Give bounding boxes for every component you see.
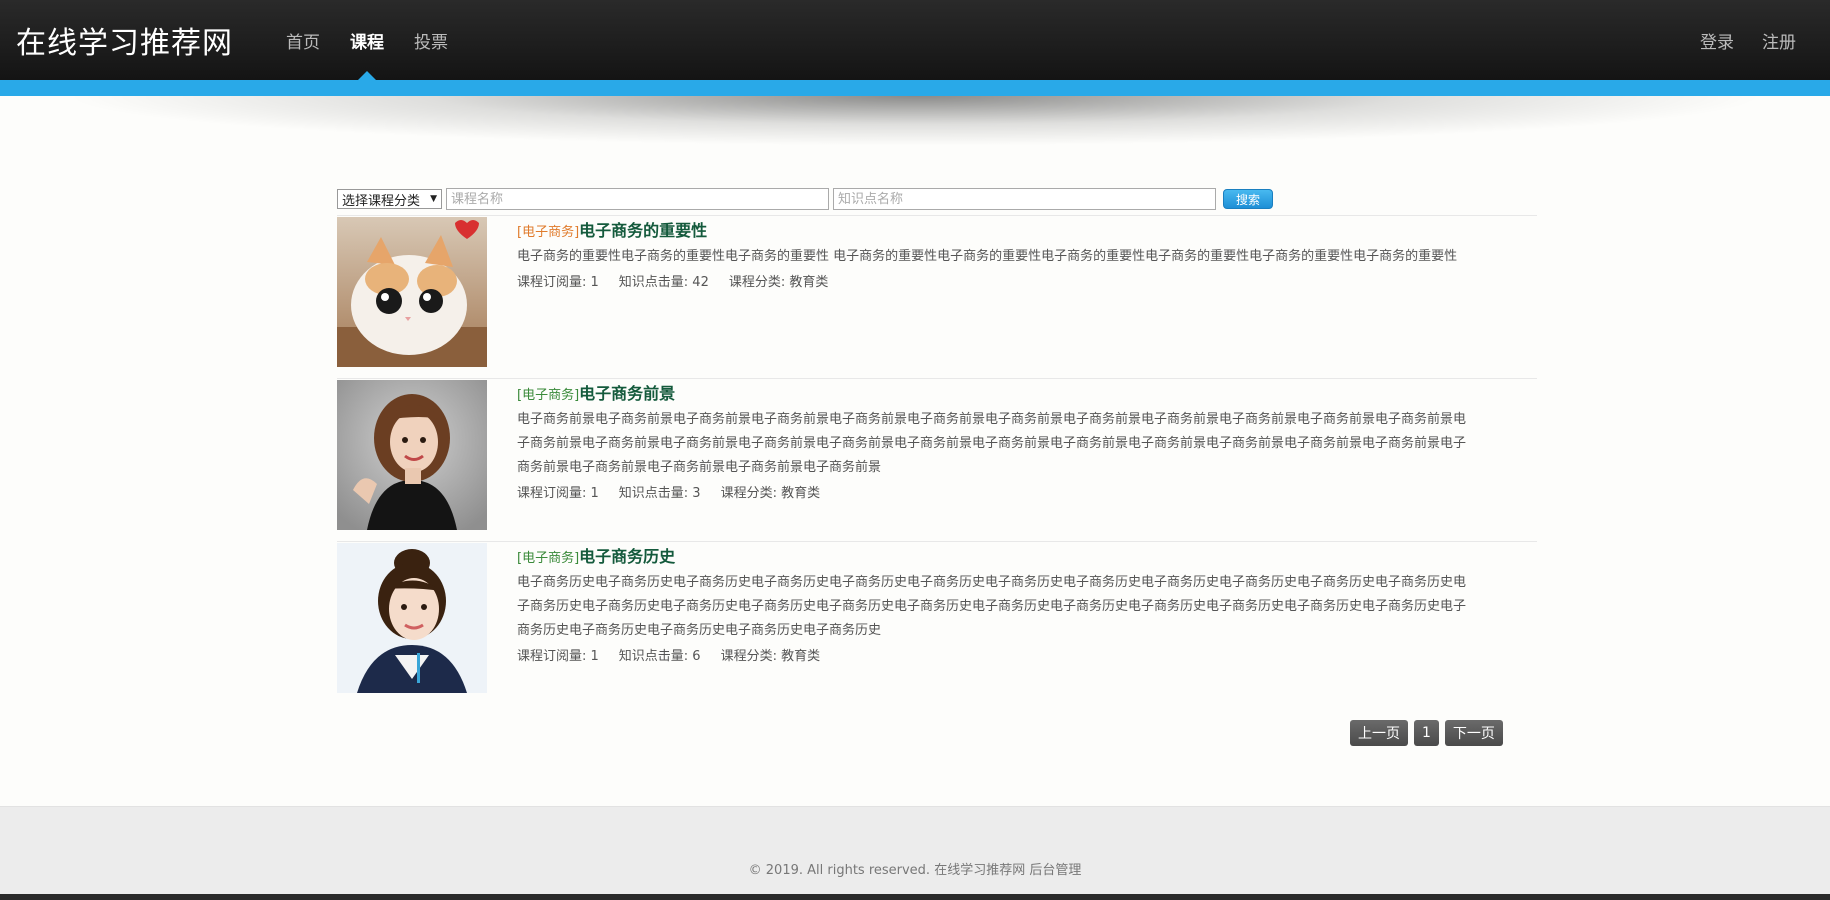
nav-vote[interactable]: 投票 (414, 28, 448, 53)
course-tag[interactable]: [电子商务] (517, 388, 579, 403)
course-description: 电子商务的重要性电子商务的重要性电子商务的重要性 电子商务的重要性电子商务的重要… (517, 249, 1458, 264)
course-thumbnail-cat[interactable] (337, 217, 487, 367)
course-category: 课程分类: 教育类 (720, 486, 821, 501)
course-name-input[interactable] (446, 188, 829, 210)
page-number-button[interactable]: 1 (1414, 720, 1439, 746)
course-thumbnail-portrait[interactable] (337, 380, 487, 530)
course-subscriptions: 课程订阅量: 1 (517, 275, 599, 290)
course-meta: 课程订阅量: 1 知识点击量: 3 课程分类: 教育类 (517, 482, 1477, 501)
course-category: 课程分类: 教育类 (728, 275, 829, 290)
course-title[interactable]: 电子商务前景 (579, 384, 675, 403)
list-item: [电子商务]电子商务的重要性 电子商务的重要性电子商务的重要性电子商务的重要性 … (337, 215, 1537, 378)
category-select[interactable]: 选择课程分类 ▼ (337, 189, 442, 209)
course-title[interactable]: 电子商务历史 (579, 547, 675, 566)
header-shadow (60, 96, 1770, 146)
page-footer: © 2019. All rights reserved. 在线学习推荐网 后台管… (0, 806, 1830, 900)
register-link[interactable]: 注册 (1762, 28, 1796, 53)
course-subscriptions: 课程订阅量: 1 (517, 649, 599, 664)
course-meta: 课程订阅量: 1 知识点击量: 42 课程分类: 教育类 (517, 271, 1477, 290)
course-title[interactable]: 电子商务的重要性 (579, 221, 707, 240)
prev-page-button[interactable]: 上一页 (1350, 720, 1408, 746)
top-header: 在线学习推荐网 首页 课程 投票 登录 注册 (0, 0, 1830, 80)
auth-nav: 登录 注册 (1700, 28, 1796, 53)
login-link[interactable]: 登录 (1700, 28, 1734, 53)
bottom-edge (0, 894, 1830, 900)
course-content: [电子商务]电子商务前景 电子商务前景电子商务前景电子商务前景电子商务前景电子商… (517, 384, 1477, 501)
nav-home[interactable]: 首页 (286, 28, 320, 53)
knowledge-point-input[interactable] (833, 188, 1216, 210)
course-thumbnail-portrait[interactable] (337, 543, 487, 693)
category-select-label: 选择课程分类 (342, 193, 421, 209)
accent-bar (0, 80, 1830, 96)
footer-text: © 2019. All rights reserved. 在线学习推荐网 后台管… (0, 859, 1830, 878)
search-button[interactable]: 搜索 (1223, 189, 1273, 209)
course-category: 课程分类: 教育类 (720, 649, 821, 664)
active-nav-caret (358, 71, 376, 80)
course-title-line: [电子商务]电子商务历史 (517, 547, 1477, 569)
course-clicks: 知识点击量: 3 (618, 486, 701, 501)
admin-link[interactable]: 后台管理 (1029, 863, 1081, 878)
course-title-line: [电子商务]电子商务的重要性 (517, 221, 1477, 243)
course-clicks: 知识点击量: 42 (618, 275, 709, 290)
course-tag[interactable]: [电子商务] (517, 225, 579, 240)
list-item: [电子商务]电子商务历史 电子商务历史电子商务历史电子商务历史电子商务历史电子商… (337, 541, 1537, 704)
course-clicks: 知识点击量: 6 (618, 649, 701, 664)
search-bar: 选择课程分类 ▼ 搜索 (337, 188, 1273, 210)
chevron-down-icon: ▼ (430, 194, 437, 204)
pagination: 上一页 1 下一页 (1350, 720, 1503, 746)
course-content: [电子商务]电子商务的重要性 电子商务的重要性电子商务的重要性电子商务的重要性 … (517, 221, 1477, 290)
list-item: [电子商务]电子商务前景 电子商务前景电子商务前景电子商务前景电子商务前景电子商… (337, 378, 1537, 541)
nav-courses[interactable]: 课程 (350, 28, 384, 53)
course-content: [电子商务]电子商务历史 电子商务历史电子商务历史电子商务历史电子商务历史电子商… (517, 547, 1477, 664)
next-page-button[interactable]: 下一页 (1444, 720, 1503, 746)
main-nav: 首页 课程 投票 (286, 28, 448, 53)
course-description: 电子商务前景电子商务前景电子商务前景电子商务前景电子商务前景电子商务前景电子商务… (517, 412, 1467, 475)
course-meta: 课程订阅量: 1 知识点击量: 6 课程分类: 教育类 (517, 645, 1477, 664)
site-brand[interactable]: 在线学习推荐网 (16, 18, 233, 62)
copyright-text: © 2019. All rights reserved. 在线学习推荐网 (748, 863, 1026, 878)
course-tag[interactable]: [电子商务] (517, 551, 579, 566)
course-description: 电子商务历史电子商务历史电子商务历史电子商务历史电子商务历史电子商务历史电子商务… (517, 575, 1467, 638)
course-list: [电子商务]电子商务的重要性 电子商务的重要性电子商务的重要性电子商务的重要性 … (337, 215, 1537, 704)
course-title-line: [电子商务]电子商务前景 (517, 384, 1477, 406)
course-subscriptions: 课程订阅量: 1 (517, 486, 599, 501)
